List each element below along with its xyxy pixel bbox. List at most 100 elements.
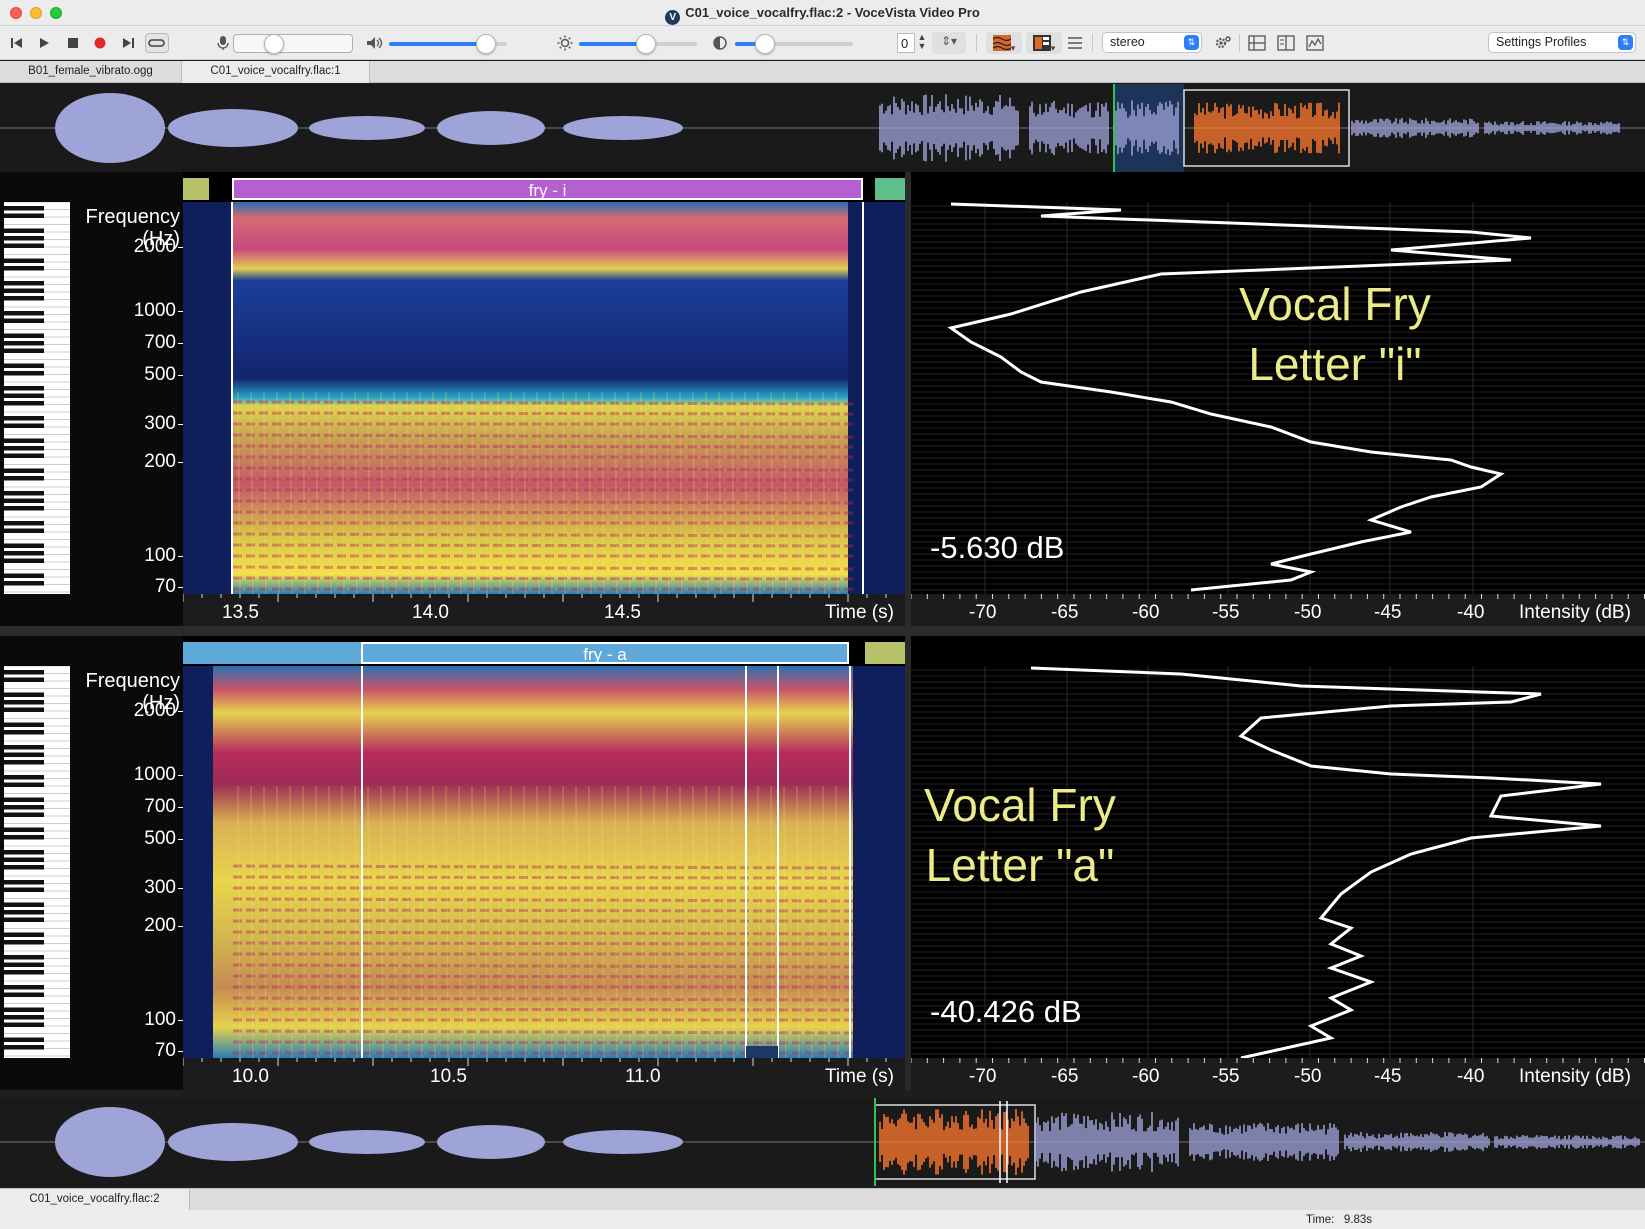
loop-button[interactable] xyxy=(145,33,169,53)
segment-label[interactable]: fry - i xyxy=(232,178,863,200)
volume-slider[interactable] xyxy=(389,34,507,54)
segment-label[interactable]: fry - a xyxy=(361,642,849,664)
app-logo-icon: V xyxy=(665,10,681,25)
brightness-slider[interactable] xyxy=(579,34,697,54)
time-tick-label: 10.0 xyxy=(232,1066,269,1087)
panel-separator xyxy=(0,626,1645,636)
intensity-tick-label: -45 xyxy=(1374,1066,1402,1087)
frequency-tick-label: 2000 xyxy=(133,236,176,257)
segment-annotation-bar: fry - i xyxy=(183,178,905,200)
segment-annotation-bar: fry - a xyxy=(183,642,905,664)
tab-c01-voice-vocalfry-1[interactable]: C01_voice_vocalfry.flac:1 xyxy=(182,61,370,83)
time-axis: 13.5 14.0 14.5 Time (s) xyxy=(183,594,905,626)
panel-layout-icon[interactable] xyxy=(1248,35,1266,51)
intensity-tick-label: -40 xyxy=(1457,1066,1485,1087)
microphone-icon xyxy=(217,36,229,50)
window-title: C01_voice_vocalfry.flac:2 - VoceVista Vi… xyxy=(685,5,980,20)
bottom-overview-waveform[interactable] xyxy=(0,1098,1645,1186)
spectrogram-view[interactable] xyxy=(183,202,905,594)
contrast-slider-knob[interactable] xyxy=(754,34,775,54)
intensity-tick-label: -50 xyxy=(1294,1066,1322,1087)
intensity-axis: -70 -65 -60 -55 -50 -45 -40 Intensity (dB) xyxy=(911,1058,1645,1090)
top-overview-waveform[interactable] xyxy=(0,84,1645,172)
stop-icon[interactable] xyxy=(66,36,80,50)
tab-b01-female-vibrato[interactable]: B01_female_vibrato.ogg xyxy=(0,61,182,83)
time-tick-label: 14.5 xyxy=(604,602,641,623)
volume-icon xyxy=(367,37,383,49)
skip-forward-icon[interactable] xyxy=(121,36,135,50)
caption-line: Letter "a" xyxy=(925,839,1115,891)
contrast-icon xyxy=(713,36,727,50)
segment-label[interactable] xyxy=(183,642,361,664)
frequency-tick-label: 500 xyxy=(144,828,176,849)
split-view-icon[interactable] xyxy=(1277,35,1295,51)
piano-keyboard[interactable] xyxy=(4,201,70,594)
time-tick-label: 13.5 xyxy=(222,602,259,623)
play-icon[interactable] xyxy=(37,36,51,50)
spectrogram-colormap-button[interactable]: ▾ xyxy=(986,32,1022,54)
caption-line: Vocal Fry xyxy=(1239,278,1431,330)
piano-keyboard[interactable] xyxy=(4,665,70,1058)
intensity-axis: -70 -65 -60 -55 -50 -45 -40 Intensity (dB) xyxy=(911,594,1645,626)
input-level-meter xyxy=(233,34,353,54)
frequency-tick-label: 700 xyxy=(144,332,176,353)
gear-icon[interactable] xyxy=(1214,35,1231,51)
time-axis-label: Time (s) xyxy=(825,1066,894,1087)
offset-stepper[interactable]: ▲ ▼ xyxy=(916,33,928,53)
overview-waveform-graphic-bottom xyxy=(0,1098,1645,1186)
list-view-icon[interactable] xyxy=(1067,36,1083,50)
status-bar: Time: 9.83s xyxy=(0,1210,1645,1229)
caption-line: Vocal Fry xyxy=(924,779,1116,831)
frequency-tick-label: 100 xyxy=(144,545,176,566)
contrast-slider[interactable] xyxy=(735,34,853,54)
intensity-tick-label: -65 xyxy=(1051,1066,1079,1087)
color-scheme-button[interactable]: ▾ xyxy=(1026,32,1062,54)
time-tick-label: 14.0 xyxy=(412,602,449,623)
settings-profiles-select[interactable]: Settings Profiles ⇅ xyxy=(1488,32,1636,53)
caption-annotation: Vocal Fry Letter "a" xyxy=(860,775,1180,895)
intensity-tick-label: -65 xyxy=(1051,602,1079,623)
channel-select-arrow-icon: ⇅ xyxy=(1184,35,1199,50)
volume-slider-knob[interactable] xyxy=(475,34,496,54)
frequency-tick-label: 300 xyxy=(144,413,176,434)
offset-field[interactable]: 0 xyxy=(897,33,915,53)
segment-label[interactable] xyxy=(183,178,209,200)
status-time-label: Time: xyxy=(1306,1214,1335,1226)
spectrum-view-icon[interactable] xyxy=(1306,35,1324,51)
frequency-axis-title-line: Frequency xyxy=(85,206,181,228)
zoom-fit-button[interactable]: ⇕▾ xyxy=(932,32,966,54)
intensity-tick-label: -55 xyxy=(1212,602,1240,623)
tab-c01-voice-vocalfry-2[interactable]: C01_voice_vocalfry.flac:2 xyxy=(0,1189,190,1211)
frequency-tick-label: 500 xyxy=(144,364,176,385)
caption-line: Letter "i" xyxy=(1248,338,1422,390)
intensity-tick-label: -40 xyxy=(1457,602,1485,623)
frequency-tick-label: 70 xyxy=(154,1040,176,1061)
vertical-zoom-icon: ⇕▾ xyxy=(940,34,958,48)
record-icon[interactable] xyxy=(93,36,107,50)
channel-select[interactable]: stereo ⇅ xyxy=(1102,32,1202,53)
brightness-slider-knob[interactable] xyxy=(636,34,657,54)
title-bar: V C01_voice_vocalfry.flac:2 - VoceVista V… xyxy=(0,0,1645,26)
intensity-tick-label: -70 xyxy=(969,602,997,623)
intensity-tick-label: -60 xyxy=(1132,602,1160,623)
frequency-tick-label: 300 xyxy=(144,877,176,898)
color-scale-icon xyxy=(1032,35,1051,51)
skip-back-icon[interactable] xyxy=(10,36,24,50)
toolbar: 0 ▲ ▼ ⇕▾ ▾ ▾ stereo ⇅ Settings Profiles ⇅ xyxy=(0,26,1645,60)
frequency-tick-label: 200 xyxy=(144,451,176,472)
intensity-tick-label: -45 xyxy=(1374,602,1402,623)
frequency-tick-label: 200 xyxy=(144,915,176,936)
spectrogram-icon xyxy=(992,35,1012,51)
loop-icon xyxy=(148,39,165,47)
overview-waveform-graphic xyxy=(0,84,1645,172)
spectrogram-graphic xyxy=(183,202,905,594)
frequency-tick-label: 100 xyxy=(144,1009,176,1030)
frequency-tick-label: 1000 xyxy=(133,300,176,321)
segment-label[interactable] xyxy=(875,178,905,200)
time-tick-label: 11.0 xyxy=(625,1066,661,1087)
intensity-tick-label: -55 xyxy=(1212,1066,1240,1087)
segment-label[interactable] xyxy=(865,642,905,664)
spectrogram-view[interactable] xyxy=(183,666,905,1058)
analysis-panel-bottom: Frequency (Hz) 2000 1000 700 500 300 200 100 70 fr… xyxy=(0,636,1645,1090)
input-gain-knob[interactable] xyxy=(264,34,284,54)
